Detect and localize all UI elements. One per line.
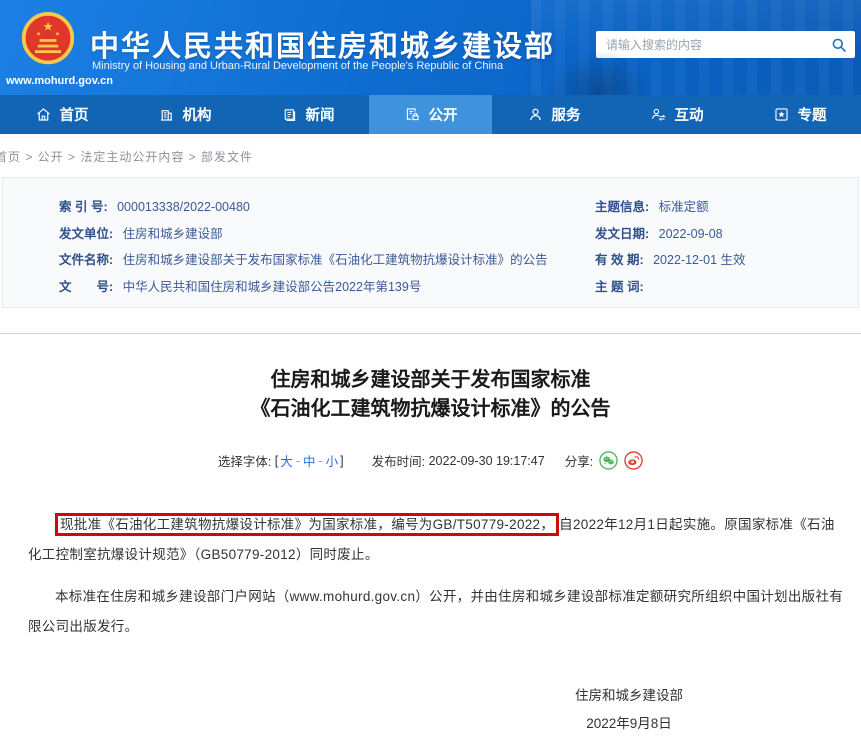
nav-item-disclosure[interactable]: 公开 (369, 95, 492, 134)
interaction-icon (650, 106, 667, 123)
disclosure-icon (404, 106, 421, 123)
bracket-close: ] (340, 454, 343, 468)
nav-label: 新闻 (306, 104, 335, 125)
svg-text:★: ★ (36, 30, 41, 37)
nav-label: 专题 (798, 104, 827, 125)
nav-item-interaction[interactable]: 互动 (615, 95, 738, 134)
wechat-share-icon[interactable] (599, 451, 618, 470)
meta-label: 索 引 号: (59, 200, 108, 214)
meta-label: 有 效 期: (595, 253, 644, 267)
publish-time: 发布时间: 2022-09-30 19:17:47 (372, 451, 545, 470)
services-person-icon (527, 106, 544, 123)
svg-text:★: ★ (55, 30, 60, 37)
nav-label: 互动 (675, 104, 704, 125)
search-icon[interactable] (831, 37, 847, 53)
nav-item-org[interactable]: 机构 (123, 95, 246, 134)
breadcrumb[interactable]: 首页 > 公开 > 法定主动公开内容 > 部发文件 (0, 148, 861, 165)
title-line-1: 住房和城乡建设部关于发布国家标准 (0, 366, 861, 395)
meta-value: 2022-09-08 (659, 227, 723, 241)
article-paragraph-1: 现批准《石油化工建筑物抗爆设计标准》为国家标准，编号为GB/T50779-202… (28, 510, 845, 570)
meta-value: 住房和城乡建设部 (123, 227, 223, 241)
meta-label: 文件名称: (59, 253, 113, 267)
paragraph-2-text: 本标准在住房和城乡建设部门户网站（www.mohurd.gov.cn）公开，并由… (28, 589, 843, 634)
meta-row-topic-info: 主题信息: 标准定额 (595, 194, 858, 221)
national-emblem-logo: ★ ★ ★ (20, 8, 76, 72)
page-title: 住房和城乡建设部关于发布国家标准 《石油化工建筑物抗爆设计标准》的公告 (0, 366, 861, 424)
organization-icon (158, 106, 175, 123)
article-paragraph-2: 本标准在住房和城乡建设部门户网站（www.mohurd.gov.cn）公开，并由… (28, 582, 845, 642)
share-row: 分享: (565, 451, 643, 470)
separator: - (318, 454, 322, 468)
meta-col-left: 索 引 号: 000013338/2022-00480 发文单位: 住房和城乡建… (3, 194, 595, 307)
nav-label: 机构 (183, 104, 212, 125)
bracket-open: [ (275, 454, 278, 468)
meta-value: 标准定额 (659, 200, 709, 214)
main-nav: 首页 机构 新闻 公开 服务 互动 (0, 95, 861, 134)
meta-label: 文 号: (59, 280, 113, 294)
meta-row-issue-date: 发文日期: 2022-09-08 (595, 221, 858, 248)
title-line-2: 《石油化工建筑物抗爆设计标准》的公告 (0, 395, 861, 424)
font-size-small-button[interactable]: 小 (326, 451, 339, 470)
meta-label: 主 题 词: (595, 280, 644, 294)
article-content: 住房和城乡建设部关于发布国家标准 《石油化工建筑物抗爆设计标准》的公告 选择字体… (0, 333, 861, 736)
meta-value: 住房和城乡建设部关于发布国家标准《石油化工建筑物抗爆设计标准》的公告 (123, 253, 548, 267)
meta-value: 中华人民共和国住房和城乡建设部公告2022年第139号 (123, 280, 422, 294)
search-input[interactable] (606, 38, 831, 52)
red-highlight-box: 现批准《石油化工建筑物抗爆设计标准》为国家标准，编号为GB/T50779-202… (55, 513, 559, 536)
meta-row-document-name: 文件名称: 住房和城乡建设部关于发布国家标准《石油化工建筑物抗爆设计标准》的公告 (59, 247, 595, 274)
meta-label: 发文日期: (595, 227, 649, 241)
nav-label: 服务 (552, 104, 581, 125)
topics-star-icon (773, 106, 790, 123)
share-label: 分享: (565, 451, 593, 470)
publish-time-value: 2022-09-30 19:17:47 (429, 454, 545, 468)
nav-label: 首页 (60, 104, 89, 125)
meta-label: 主题信息: (595, 200, 649, 214)
font-size-selector: 选择字体: [ 大 - 中 - 小 ] (218, 451, 344, 470)
nav-item-news[interactable]: 新闻 (246, 95, 369, 134)
meta-value: 000013338/2022-00480 (117, 200, 250, 214)
meta-value: 2022-12-01 生效 (653, 253, 745, 267)
svg-text:★: ★ (43, 20, 54, 34)
site-header: ★ ★ ★ 中华人民共和国住房和城乡建设部 Ministry of Housin… (0, 0, 861, 95)
weibo-share-icon[interactable] (624, 451, 643, 470)
font-selector-label: 选择字体: (218, 451, 271, 470)
publish-time-label: 发布时间: (372, 451, 425, 470)
meta-row-keywords: 主 题 词: (595, 274, 858, 301)
search-box[interactable] (596, 31, 855, 58)
site-subtitle: Ministry of Housing and Urban-Rural Deve… (92, 60, 503, 72)
separator: - (296, 454, 300, 468)
news-icon (281, 106, 298, 123)
nav-item-services[interactable]: 服务 (492, 95, 615, 134)
meta-row-document-number: 文 号: 中华人民共和国住房和城乡建设部公告2022年第139号 (59, 274, 595, 301)
nav-item-topics[interactable]: 专题 (738, 95, 861, 134)
site-url: www.mohurd.gov.cn (6, 75, 113, 87)
site-title: 中华人民共和国住房和城乡建设部 (90, 23, 555, 65)
meta-col-right: 主题信息: 标准定额 发文日期: 2022-09-08 有 效 期: 2022-… (595, 194, 858, 307)
document-meta-panel: 索 引 号: 000013338/2022-00480 发文单位: 住房和城乡建… (2, 177, 859, 308)
signature-date: 2022年9月8日 (529, 710, 729, 736)
signature-block: 住房和城乡建设部 2022年9月8日 (529, 682, 729, 736)
meta-row-issuing-unit: 发文单位: 住房和城乡建设部 (59, 221, 595, 248)
nav-label: 公开 (429, 104, 458, 125)
font-size-large-button[interactable]: 大 (280, 451, 293, 470)
article-meta-row: 选择字体: [ 大 - 中 - 小 ] 发布时间: 2022-09-30 19:… (0, 451, 861, 470)
home-icon (35, 106, 52, 123)
font-size-medium-button[interactable]: 中 (303, 451, 316, 470)
meta-row-index-number: 索 引 号: 000013338/2022-00480 (59, 194, 595, 221)
nav-item-home[interactable]: 首页 (0, 95, 123, 134)
meta-label: 发文单位: (59, 227, 113, 241)
meta-row-effective-date: 有 效 期: 2022-12-01 生效 (595, 247, 858, 274)
signature-name: 住房和城乡建设部 (529, 682, 729, 710)
